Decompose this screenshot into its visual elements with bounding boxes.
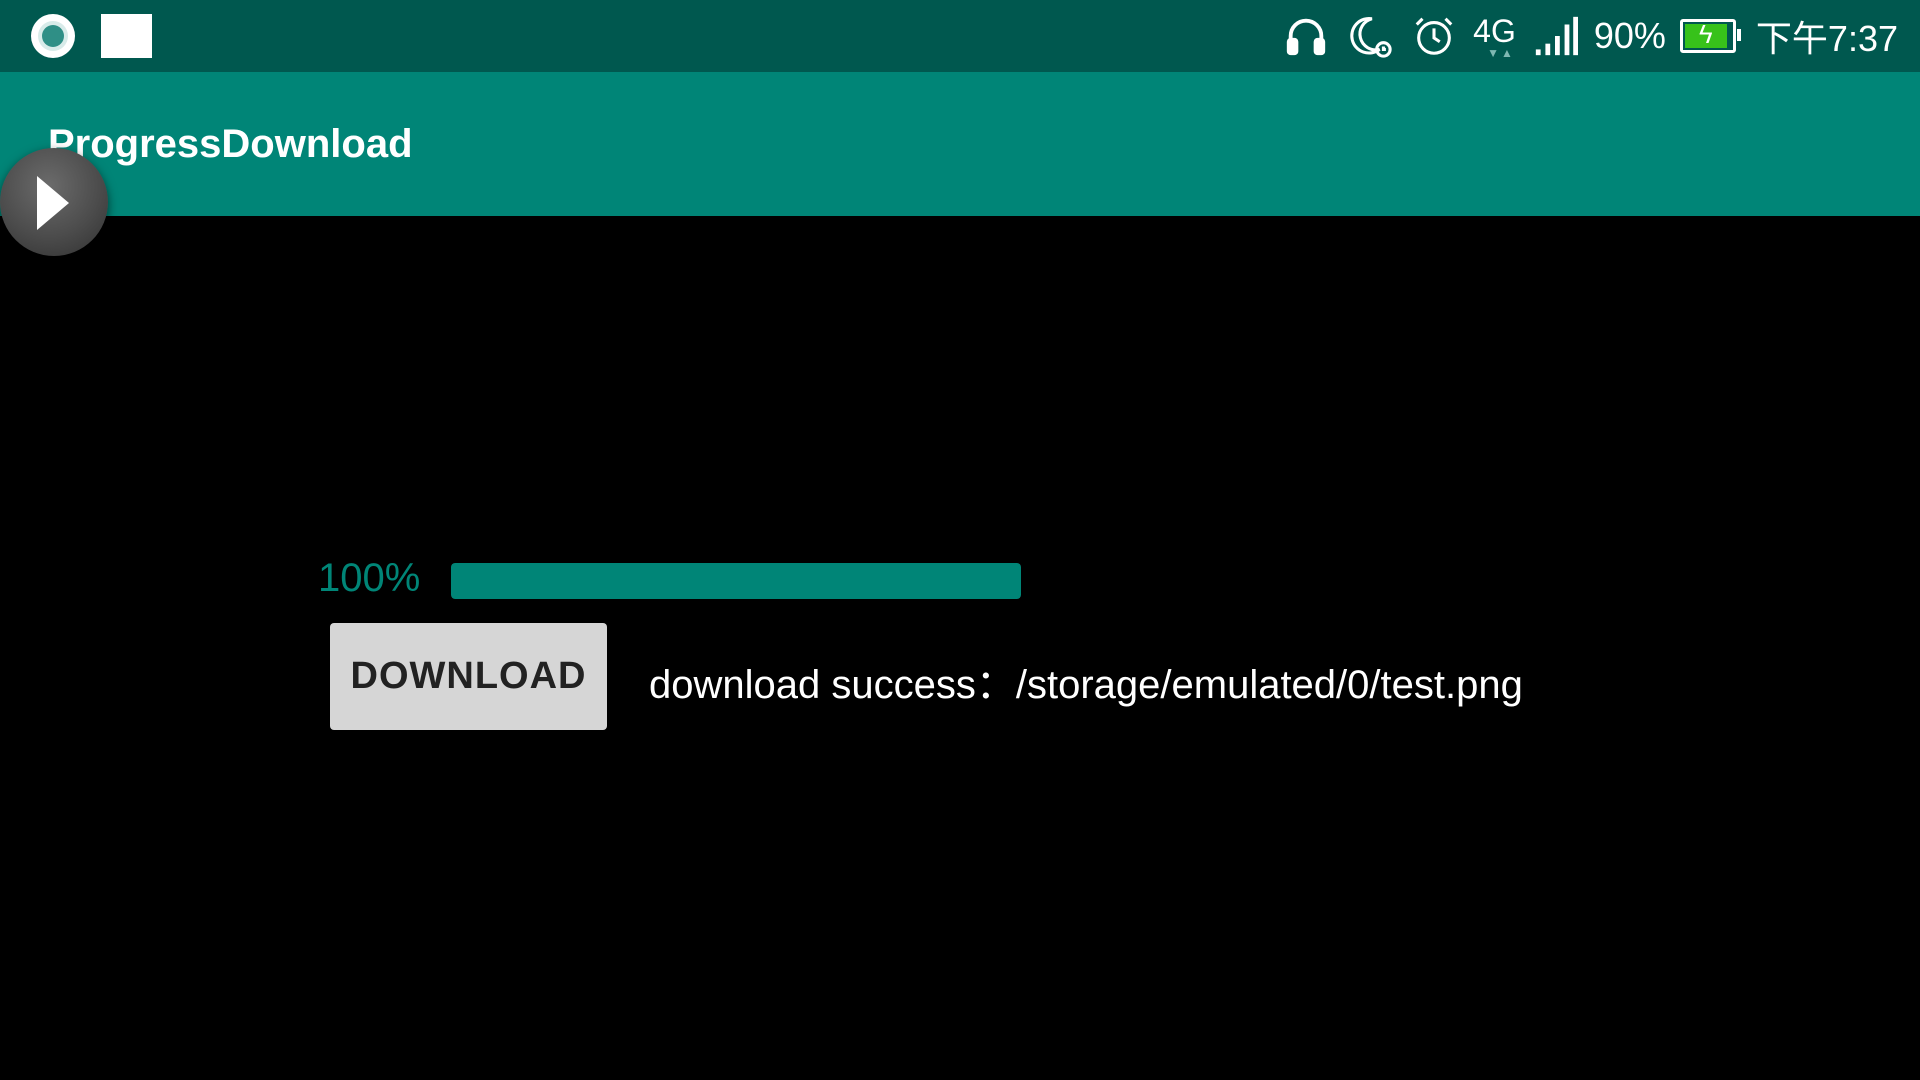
charging-bolt-icon: ϟ	[1698, 19, 1713, 49]
status-right-icons: 4G ▼▲ 90% ϟ 下午7:37	[1281, 0, 1898, 72]
app-toolbar: ProgressDownload	[0, 72, 1920, 216]
clock: 下午7:37	[1755, 18, 1898, 59]
signal-bars-icon	[1530, 11, 1580, 61]
download-status-message: download success：/storage/emulated/0/tes…	[649, 663, 1523, 707]
progress-bar-fill	[451, 563, 1021, 599]
white-square-icon	[101, 14, 152, 58]
moon-alarm-icon	[1345, 11, 1395, 61]
floating-play-button[interactable]	[0, 148, 108, 256]
status-left-icons	[31, 14, 152, 58]
app-title: ProgressDownload	[48, 122, 413, 166]
status-bar: 4G ▼▲ 90% ϟ 下午7:37	[0, 0, 1920, 72]
alarm-clock-icon	[1409, 11, 1459, 61]
network-type: 4G ▼▲	[1473, 13, 1516, 60]
battery-percent: 90%	[1593, 15, 1666, 56]
progress-percent-label: 100%	[318, 556, 421, 600]
download-progress-bar	[451, 563, 1021, 599]
network-label: 4G	[1473, 13, 1516, 49]
headphones-icon	[1281, 11, 1331, 61]
download-button[interactable]: DOWNLOAD	[330, 623, 607, 730]
battery-charging-icon: ϟ	[1679, 19, 1741, 53]
data-arrows-icon: ▼▲	[1487, 46, 1515, 60]
screen-record-icon	[31, 14, 75, 58]
